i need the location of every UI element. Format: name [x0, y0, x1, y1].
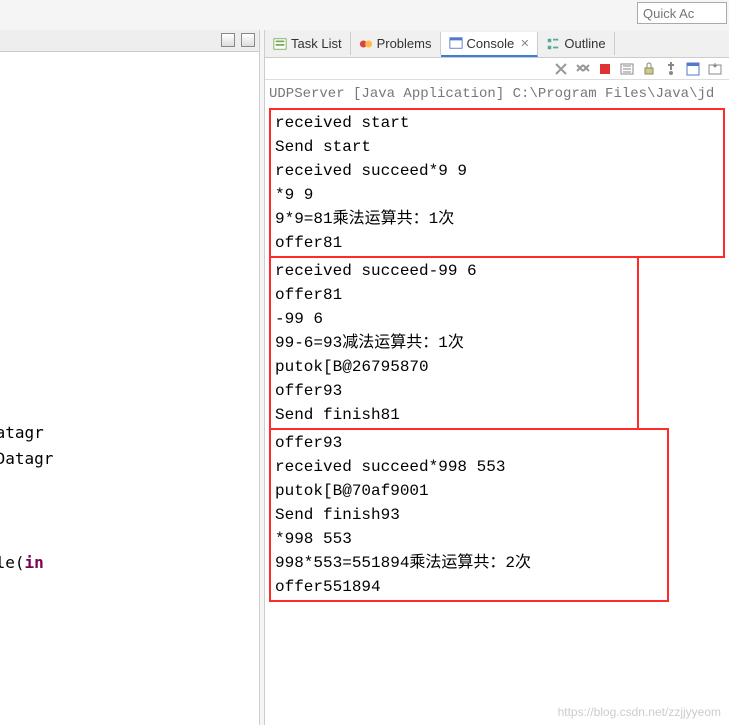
problems-icon: [359, 37, 373, 51]
console-icon: [449, 36, 463, 50]
view-tabbar: Task List Problems Console ✕ Outline: [265, 30, 729, 58]
console-line: received start: [275, 111, 719, 135]
highlight-box-2: – received succeed-99 6 offer81 -99 6 99…: [269, 256, 639, 430]
source-code[interactable]: ckingQueue<Datagr ockingQueue<Datagr ket…: [0, 420, 53, 576]
console-output[interactable]: UDPServer [Java Application] C:\Program …: [265, 80, 729, 725]
tab-label: Problems: [377, 36, 432, 51]
tab-problems[interactable]: Problems: [351, 32, 441, 55]
console-line: received succeed-99 6: [275, 259, 633, 283]
outline-icon: [546, 37, 560, 51]
code-line: Thread_Recycle(: [0, 553, 25, 572]
console-line: *9 9: [275, 183, 719, 207]
tab-console[interactable]: Console ✕: [441, 32, 539, 57]
console-line: received succeed*9 9: [275, 159, 719, 183]
tab-task-list[interactable]: Task List: [265, 32, 351, 55]
pin-console-icon[interactable]: [663, 61, 679, 77]
display-selected-icon[interactable]: [685, 61, 701, 77]
tab-label: Outline: [564, 36, 605, 51]
code-line: ckingQueue<Datagr: [0, 423, 44, 442]
open-console-icon[interactable]: [707, 61, 723, 77]
highlight-box-3: – offer93 received succeed*998 553 putok…: [269, 428, 669, 602]
console-line: Send finish93: [275, 503, 663, 527]
highlight-box-1: received start Send start received succe…: [269, 108, 725, 258]
remove-launch-icon[interactable]: [553, 61, 569, 77]
console-line: offer81: [275, 283, 633, 307]
console-line: Send finish81: [275, 403, 633, 427]
console-line: offer93: [275, 431, 663, 455]
keyword: in: [25, 553, 44, 572]
editor-pane: ckingQueue<Datagr ockingQueue<Datagr ket…: [0, 30, 260, 725]
console-line: offer93: [275, 379, 633, 403]
close-icon[interactable]: ✕: [520, 37, 529, 50]
console-line: 998*553=551894乘法运算共：2次: [275, 551, 663, 575]
console-line: -99 6: [275, 307, 633, 331]
console-line: putok[B@70af9001: [275, 479, 663, 503]
terminate-icon[interactable]: [597, 61, 613, 77]
editor-header: [0, 30, 259, 52]
remove-all-icon[interactable]: [575, 61, 591, 77]
maximize-icon[interactable]: [241, 33, 255, 47]
console-line: Send start: [275, 135, 719, 159]
console-line: offer81: [275, 231, 719, 255]
clear-console-icon[interactable]: [619, 61, 635, 77]
tab-label: Task List: [291, 36, 342, 51]
console-line: offer551894: [275, 575, 663, 599]
console-line: putok[B@26795870: [275, 355, 633, 379]
task-list-icon: [273, 37, 287, 51]
scroll-lock-icon[interactable]: [641, 61, 657, 77]
launch-info: UDPServer [Java Application] C:\Program …: [269, 82, 725, 106]
tab-label: Console: [467, 36, 515, 51]
watermark: https://blog.csdn.net/zzjjyyeom: [558, 705, 721, 719]
console-line: 99-6=93减法运算共：1次: [275, 331, 633, 355]
console-line: received succeed*998 553: [275, 455, 663, 479]
views-pane: Task List Problems Console ✕ Outline: [264, 30, 729, 725]
quick-access-input[interactable]: [637, 2, 727, 24]
main-layout: ckingQueue<Datagr ockingQueue<Datagr ket…: [0, 0, 729, 725]
console-line: 9*9=81乘法运算共：1次: [275, 207, 719, 231]
minimize-icon[interactable]: [221, 33, 235, 47]
console-toolbar: [265, 58, 729, 80]
tab-outline[interactable]: Outline: [538, 32, 614, 55]
code-line: ockingQueue<Datagr: [0, 449, 53, 468]
console-line: *998 553: [275, 527, 663, 551]
